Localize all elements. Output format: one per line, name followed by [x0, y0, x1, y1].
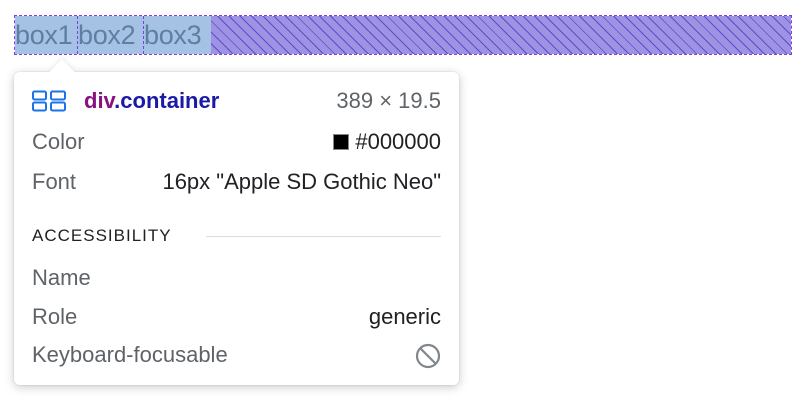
box3-item: box3 [143, 16, 211, 54]
accessibility-title: ACCESSIBILITY [32, 225, 186, 247]
accessibility-section-header: ACCESSIBILITY [32, 225, 441, 247]
tooltip-body: div.container 389 × 19.5 Color #000000 F… [14, 72, 459, 385]
flex-layout-icon [32, 90, 66, 112]
element-class: .container [114, 88, 220, 113]
role-value: generic [368, 304, 441, 329]
color-row: Color #000000 [32, 128, 441, 156]
name-label: Name [32, 265, 91, 290]
tooltip-header: div.container 389 × 19.5 [32, 88, 441, 114]
box2-item: box2 [77, 16, 143, 54]
name-row: Name [32, 264, 441, 292]
not-allowed-icon [415, 343, 441, 369]
element-dimensions: 389 × 19.5 [336, 88, 441, 113]
box1-item: box1 [15, 16, 77, 54]
role-label: Role [32, 304, 78, 329]
color-label: Color [32, 129, 85, 154]
section-divider [206, 236, 441, 237]
font-row: Font 16px "Apple SD Gothic Neo" [32, 168, 441, 196]
element-inspect-tooltip: div.container 389 × 19.5 Color #000000 F… [14, 59, 459, 385]
container-highlight: box1 box2 box3 [14, 15, 792, 55]
element-selector: div.container [84, 88, 219, 114]
flex-free-space-hatch [211, 16, 791, 54]
role-row: Role generic [32, 303, 441, 331]
color-swatch [333, 134, 350, 150]
element-tag: div [84, 88, 115, 113]
color-value-wrap: #000000 [333, 128, 441, 156]
keyboard-focusable-label: Keyboard-focusable [32, 342, 228, 367]
font-value: 16px "Apple SD Gothic Neo" [162, 169, 441, 194]
font-label: Font [32, 169, 77, 194]
keyboard-focusable-row: Keyboard-focusable [32, 341, 441, 369]
color-value: #000000 [355, 129, 441, 154]
